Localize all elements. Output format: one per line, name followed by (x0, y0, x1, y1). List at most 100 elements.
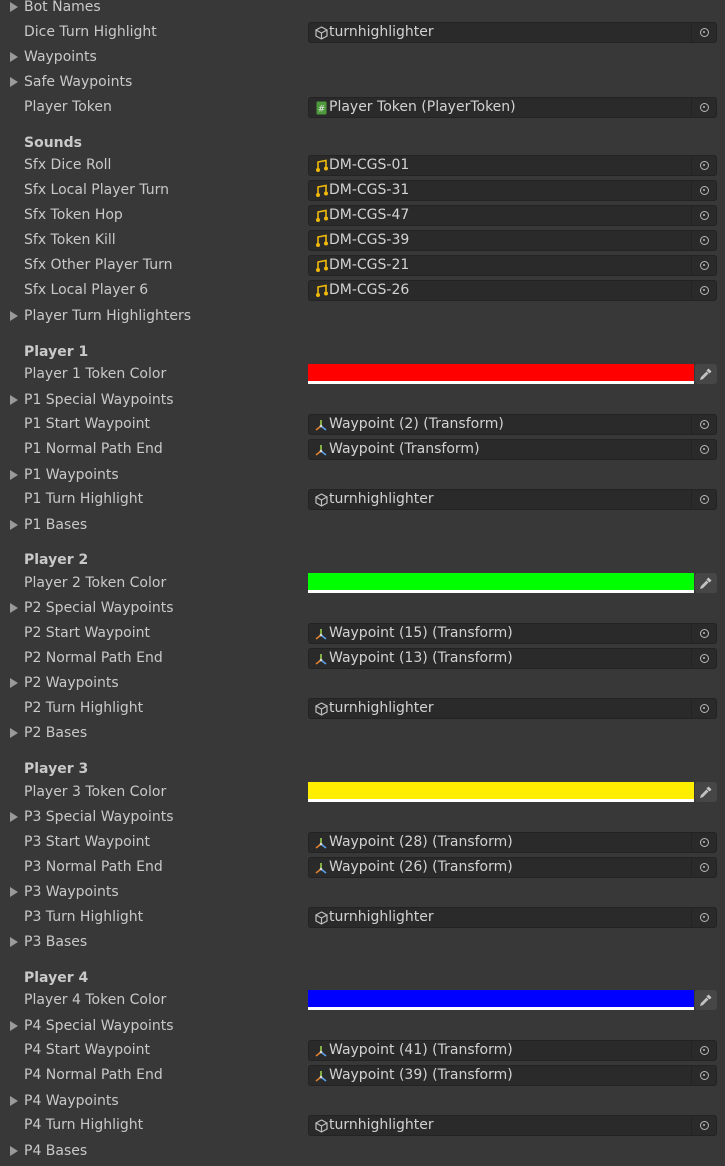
row-p1-special-waypoints[interactable]: P1 Special Waypoints (0, 388, 725, 413)
foldout-arrow-icon[interactable] (10, 395, 18, 405)
row-p2-special-waypoints[interactable]: P2 Special Waypoints (0, 596, 725, 621)
eyedropper-icon[interactable] (695, 990, 717, 1010)
foldout-arrow-icon[interactable] (10, 728, 18, 738)
object-field[interactable]: DM-CGS-01 (308, 155, 717, 176)
object-field[interactable]: turnhighlighter (308, 1115, 717, 1136)
row-waypoints[interactable]: Waypoints (0, 45, 725, 70)
row-p1-waypoints[interactable]: P1 Waypoints (0, 463, 725, 488)
object-field[interactable]: Waypoint (41) (Transform) (308, 1040, 717, 1061)
object-field[interactable]: turnhighlighter (308, 907, 717, 928)
foldout-arrow-icon[interactable] (10, 887, 18, 897)
color-swatch[interactable] (308, 573, 694, 590)
property-label: Waypoints (24, 49, 97, 65)
row-bot-names[interactable]: Bot Names (0, 0, 725, 20)
object-picker-icon[interactable] (691, 181, 716, 200)
object-field-value: Waypoint (13) (Transform) (329, 650, 513, 666)
object-picker-icon[interactable] (691, 281, 716, 300)
object-picker-icon[interactable] (691, 231, 716, 250)
color-field[interactable] (308, 364, 694, 384)
foldout-arrow-icon[interactable] (10, 77, 18, 87)
object-picker-icon[interactable] (691, 490, 716, 509)
row-p3-waypoints[interactable]: P3 Waypoints (0, 880, 725, 905)
object-field[interactable]: Waypoint (Transform) (308, 439, 717, 460)
foldout-arrow-icon[interactable] (10, 1146, 18, 1156)
eyedropper-icon[interactable] (695, 364, 717, 384)
foldout-arrow-icon[interactable] (10, 1021, 18, 1031)
foldout-arrow-icon[interactable] (10, 52, 18, 62)
object-picker-icon[interactable] (691, 1041, 716, 1060)
object-picker-icon[interactable] (691, 206, 716, 225)
object-field[interactable]: DM-CGS-47 (308, 205, 717, 226)
object-field[interactable]: Waypoint (28) (Transform) (308, 832, 717, 853)
eyedropper-icon[interactable] (695, 782, 717, 802)
object-picker-icon[interactable] (691, 23, 716, 42)
color-field[interactable] (308, 990, 694, 1010)
object-field[interactable]: Waypoint (2) (Transform) (308, 414, 717, 435)
property-label: P3 Special Waypoints (24, 809, 174, 825)
color-swatch[interactable] (308, 990, 694, 1007)
object-field[interactable]: turnhighlighter (308, 22, 717, 43)
property-label: Dice Turn Highlight (24, 24, 157, 40)
object-picker-icon[interactable] (691, 908, 716, 927)
foldout-arrow-icon[interactable] (10, 520, 18, 530)
object-picker-icon[interactable] (691, 649, 716, 668)
object-picker-icon[interactable] (691, 98, 716, 117)
foldout-arrow-icon[interactable] (10, 678, 18, 688)
transform-icon (314, 651, 328, 667)
row-p2-bases[interactable]: P2 Bases (0, 721, 725, 746)
row-dice-turn-highlight: Dice Turn Highlight turnhighlighter (0, 20, 725, 45)
row-p4-special-waypoints[interactable]: P4 Special Waypoints (0, 1014, 725, 1039)
property-label: P3 Turn Highlight (24, 909, 144, 925)
foldout-arrow-icon[interactable] (10, 1096, 18, 1106)
object-field[interactable]: turnhighlighter (308, 489, 717, 510)
section-header: Player 3 (24, 761, 89, 777)
color-field[interactable] (308, 573, 694, 593)
object-picker-icon[interactable] (691, 256, 716, 275)
foldout-arrow-icon[interactable] (10, 812, 18, 822)
object-picker-icon[interactable] (691, 833, 716, 852)
color-swatch[interactable] (308, 782, 694, 799)
audio-icon (314, 183, 328, 199)
object-field[interactable]: DM-CGS-21 (308, 255, 717, 276)
object-picker-icon[interactable] (691, 415, 716, 434)
color-field[interactable] (308, 782, 694, 802)
object-picker-icon[interactable] (691, 156, 716, 175)
object-picker-icon[interactable] (691, 624, 716, 643)
object-picker-icon[interactable] (691, 1066, 716, 1085)
row-p3-special-waypoints[interactable]: P3 Special Waypoints (0, 805, 725, 830)
object-field[interactable]: Waypoint (15) (Transform) (308, 623, 717, 644)
object-field[interactable]: DM-CGS-31 (308, 180, 717, 201)
foldout-arrow-icon[interactable] (10, 2, 18, 12)
object-picker-icon[interactable] (691, 1116, 716, 1135)
row-p2-waypoints[interactable]: P2 Waypoints (0, 671, 725, 696)
object-field[interactable]: # Player Token (PlayerToken) (308, 97, 717, 118)
foldout-arrow-icon[interactable] (10, 311, 18, 321)
row-p4-bases[interactable]: P4 Bases (0, 1139, 725, 1164)
row-p3-normal-path-end: P3 Normal Path End Waypoint (26) (Transfo… (0, 855, 725, 880)
object-picker-icon[interactable] (691, 858, 716, 877)
object-field[interactable]: Waypoint (26) (Transform) (308, 857, 717, 878)
object-field[interactable]: DM-CGS-39 (308, 230, 717, 251)
section-header: Player 1 (24, 344, 89, 360)
object-picker-icon[interactable] (691, 699, 716, 718)
row-player-3: Player 3 (0, 757, 725, 782)
object-picker-icon[interactable] (691, 440, 716, 459)
row-p3-bases[interactable]: P3 Bases (0, 930, 725, 955)
row-p1-bases[interactable]: P1 Bases (0, 513, 725, 538)
eyedropper-icon[interactable] (695, 573, 717, 593)
foldout-arrow-icon[interactable] (10, 603, 18, 613)
object-field[interactable]: Waypoint (13) (Transform) (308, 648, 717, 669)
row-safe-waypoints[interactable]: Safe Waypoints (0, 70, 725, 95)
audio-icon (314, 258, 328, 274)
foldout-arrow-icon[interactable] (10, 470, 18, 480)
object-field[interactable]: Waypoint (39) (Transform) (308, 1065, 717, 1086)
row-player-turn-highlighters[interactable]: Player Turn Highlighters (0, 304, 725, 329)
row-p4-waypoints[interactable]: P4 Waypoints (0, 1089, 725, 1114)
object-field[interactable]: turnhighlighter (308, 698, 717, 719)
color-swatch[interactable] (308, 364, 694, 381)
object-field[interactable]: DM-CGS-26 (308, 280, 717, 301)
property-label: P3 Normal Path End (24, 859, 163, 875)
property-label: P2 Special Waypoints (24, 600, 174, 616)
foldout-arrow-icon[interactable] (10, 937, 18, 947)
property-label: P4 Special Waypoints (24, 1018, 174, 1034)
